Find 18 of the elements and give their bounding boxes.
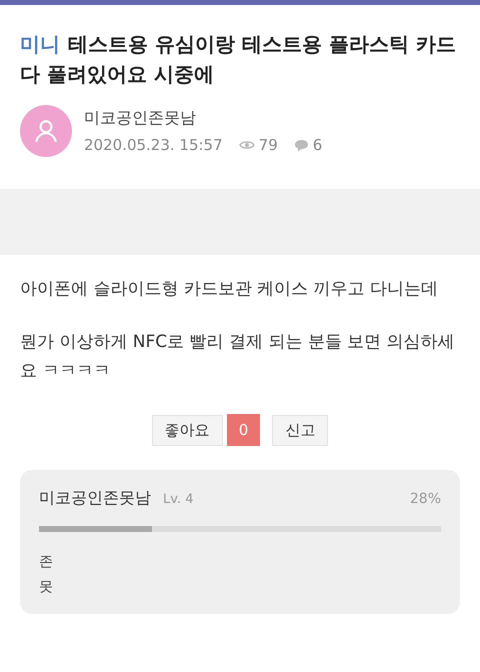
post-title: 미니 테스트용 유심이랑 테스트용 플라스틱 카드 다 풀려있어요 시중에 [20, 31, 457, 88]
post-date: 2020.05.23. 15:57 [84, 134, 223, 156]
body-paragraph: 아이폰에 슬라이드형 카드보관 케이스 끼우고 다니는데 [20, 278, 440, 301]
author-name: 미코공인존못남 [84, 106, 197, 129]
level-label: Lv. 4 [163, 491, 194, 509]
like-count: 0 [226, 414, 260, 446]
body-paragraph: 뭔가 이상하게 NFC로 빨리 결제 되는 분들 보면 의심하세요 ㅋㅋㅋㅋ [20, 331, 456, 383]
profile-name: 미코공인존못남 [39, 487, 151, 509]
comment-icon [294, 138, 309, 152]
view-count: 79 [258, 134, 278, 156]
level-percent: 28% [410, 490, 441, 509]
bio-line: 존 [39, 553, 54, 572]
avatar-icon [20, 105, 72, 157]
bio-line: 못 [39, 578, 54, 597]
eye-icon [238, 139, 255, 151]
like-button[interactable]: 좋아요 [152, 414, 223, 446]
comment-count: 6 [312, 134, 322, 156]
report-button[interactable]: 신고 [272, 414, 328, 446]
